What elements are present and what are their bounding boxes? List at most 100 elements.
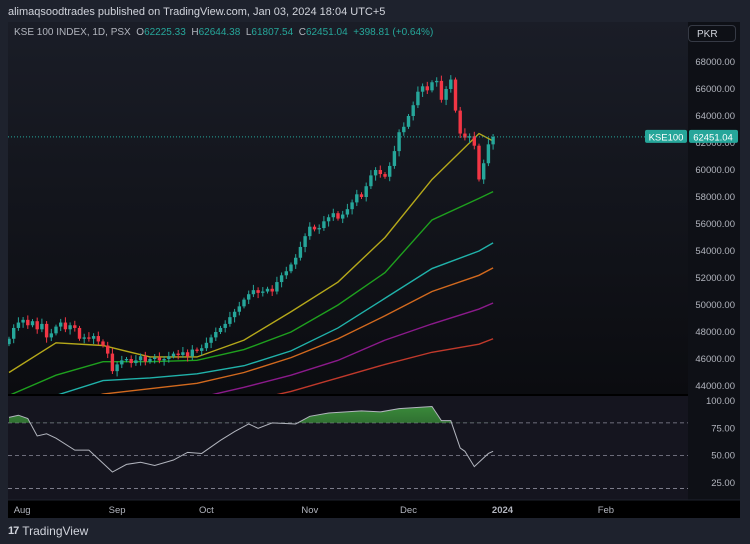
candle-body	[303, 236, 307, 247]
close-label: C	[298, 27, 306, 38]
price-pane	[8, 22, 688, 394]
symbol-name: KSE 100 INDEX, 1D, PSX	[14, 27, 131, 38]
candle-body	[359, 194, 364, 197]
candle-body	[26, 319, 30, 326]
candle-body	[477, 145, 481, 180]
candle-body	[115, 364, 119, 372]
candle-body	[449, 79, 453, 89]
candle-body	[101, 341, 105, 346]
price-tick-label: 64000.00	[695, 111, 735, 122]
candle-body	[326, 217, 331, 222]
candle-body	[298, 246, 303, 258]
candle-body	[322, 221, 326, 229]
candle-body	[54, 326, 58, 334]
open-value: 62225.33	[144, 27, 186, 38]
candle-body	[435, 80, 439, 83]
candle-body	[129, 359, 133, 364]
candle-body	[73, 325, 77, 328]
candle-body	[294, 257, 298, 265]
candle-body	[16, 322, 21, 328]
last-price-label: 62451.04	[693, 132, 733, 143]
candle-body	[312, 226, 317, 230]
candle-body	[444, 89, 448, 100]
candle-body	[218, 327, 223, 332]
candle-body	[284, 271, 288, 276]
candle-body	[124, 359, 129, 361]
candle-body	[439, 80, 444, 100]
candle-body	[96, 336, 100, 342]
candle-body	[181, 352, 185, 355]
candle-body	[242, 299, 246, 307]
candle-body	[416, 91, 420, 106]
candle-body	[482, 163, 486, 180]
time-tick-label: 2024	[492, 505, 514, 516]
candle-body	[223, 323, 227, 328]
candle-body	[265, 288, 270, 292]
candle-body	[420, 86, 425, 92]
low-value: 61807.54	[251, 27, 294, 38]
candle-body	[289, 264, 293, 272]
candle-body	[162, 359, 166, 361]
chart-frame[interactable]: 68000.00 66000.00 64000.00 62000.00 60000.00…	[8, 22, 740, 518]
price-tick-label: 52000.00	[695, 273, 735, 284]
candle-body	[378, 170, 382, 175]
candle-body	[397, 132, 401, 152]
candle-body	[430, 82, 434, 91]
candle-body	[176, 353, 180, 355]
candle-body	[106, 345, 110, 354]
price-tick-label: 46000.00	[695, 354, 735, 365]
candle-body	[209, 337, 213, 343]
high-value: 62644.38	[198, 27, 241, 38]
candle-body	[21, 319, 25, 323]
price-tick-label: 50000.00	[695, 300, 735, 311]
candle-body	[453, 79, 458, 111]
candle-body	[237, 306, 241, 312]
rsi-tick-label: 75.00	[711, 423, 735, 434]
brand-label: TradingView	[22, 524, 89, 538]
time-tick-label: Sep	[109, 505, 126, 516]
candle-body	[350, 202, 354, 210]
candle-body	[49, 333, 53, 338]
candle-body	[247, 294, 251, 300]
candle-body	[364, 186, 368, 197]
rsi-tick-label: 25.00	[711, 478, 735, 489]
open-label: O	[136, 27, 145, 38]
price-tick-label: 48000.00	[695, 327, 735, 338]
candle-body	[406, 116, 411, 127]
chart-canvas[interactable]: 68000.0066000.0064000.0062000.0060000.00…	[8, 22, 740, 518]
candle-body	[331, 213, 335, 218]
candle-body	[134, 360, 138, 364]
candle-body	[204, 342, 209, 349]
rsi-tick-label: 100.00	[706, 396, 735, 407]
candle-body	[110, 353, 115, 372]
tradingview-brand[interactable]: 17 TradingView	[8, 524, 88, 538]
price-tick-label: 56000.00	[695, 219, 735, 230]
candle-body	[12, 327, 16, 339]
candle-body	[82, 337, 86, 339]
high-label: H	[191, 27, 199, 38]
candle-body	[392, 151, 397, 166]
candle-body	[355, 194, 359, 203]
candle-body	[383, 174, 387, 177]
candle-body	[491, 136, 495, 145]
price-tick-label: 68000.00	[695, 57, 735, 68]
candle-body	[143, 356, 147, 362]
candle-body	[171, 353, 176, 357]
tradingview-logo-icon: 17	[8, 525, 19, 537]
candle-body	[373, 170, 378, 176]
candle-body	[317, 228, 321, 230]
candle-body	[153, 357, 157, 359]
candle-body	[8, 338, 11, 345]
price-tick-label: 44000.00	[695, 381, 735, 392]
time-tick-label: Aug	[14, 505, 31, 516]
candle-body	[369, 175, 373, 187]
candle-body	[185, 352, 190, 357]
time-tick-label: Oct	[199, 505, 214, 516]
price-tick-label: 66000.00	[695, 84, 735, 95]
candle-body	[214, 332, 218, 338]
close-value: 62451.04	[305, 27, 348, 38]
currency-button[interactable]: PKR	[688, 25, 736, 42]
candle-body	[120, 360, 124, 365]
candle-body	[35, 321, 39, 330]
candle-body	[200, 348, 204, 351]
